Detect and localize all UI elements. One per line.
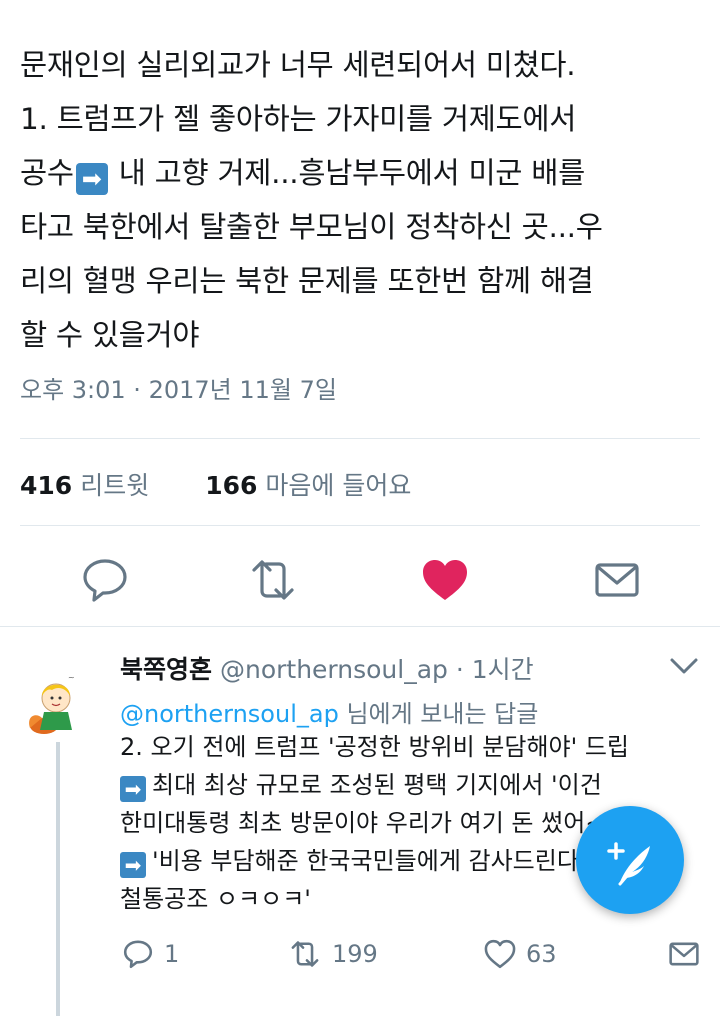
tweet-line: 타고 북한에서 탈출한 부모님이 정착하신 곳...우 — [20, 210, 603, 244]
reply-icon — [123, 940, 153, 969]
like-count: 166 — [205, 471, 258, 500]
reply-to-suffix: 님에게 보내는 답글 — [338, 700, 539, 728]
like-stat[interactable]: 166 마음에 들어요 — [205, 466, 411, 502]
avatar[interactable]: ~ — [22, 668, 92, 738]
reply-line: 2. 오기 전에 트럼프 '공정한 방위비 분담해야' 드립 — [120, 733, 630, 761]
right-arrow-icon: ➡ — [75, 163, 108, 195]
share-mail-icon — [669, 942, 699, 966]
reply-retweet-button[interactable]: 199 — [288, 938, 378, 970]
tweet-line: 문재인의 실리외교가 너무 세련되어서 미쳤다. — [20, 48, 576, 82]
share-mail-icon[interactable] — [592, 555, 642, 605]
heart-icon[interactable] — [420, 555, 470, 605]
divider — [0, 626, 720, 627]
reply-reply-button[interactable]: 1 — [122, 938, 179, 970]
reply-like-count: 63 — [526, 940, 557, 968]
reply-header: 북쪽영혼 @northernsoul_ap · 1시간 — [120, 650, 534, 686]
chevron-down-icon[interactable] — [668, 654, 700, 678]
tweet-actions — [0, 555, 720, 605]
divider — [20, 438, 700, 439]
retweet-count: 416 — [20, 471, 73, 500]
retweet-label: 리트윗 — [80, 471, 150, 500]
reply-reply-count: 1 — [164, 940, 180, 968]
reply-line: ➡ 최대 최상 규모로 조성된 평택 기지에서 '이건 — [120, 766, 720, 804]
reply-icon[interactable] — [80, 555, 130, 605]
reply-author-name[interactable]: 북쪽영혼 — [120, 655, 212, 684]
reply-share-button[interactable] — [668, 940, 700, 968]
compose-feather-icon — [607, 842, 650, 886]
tweet-line: 1. 트럼프가 젤 좋아하는 가자미를 거제도에서 — [20, 102, 577, 136]
right-arrow-icon: ➡ — [120, 852, 146, 878]
svg-text:~: ~ — [68, 673, 75, 682]
divider — [20, 525, 700, 526]
reply-like-button[interactable]: 63 — [484, 938, 557, 970]
reply-author-handle[interactable]: @northernsoul_ap — [220, 655, 448, 684]
retweet-icon — [291, 941, 319, 967]
tweet-stats: 416 리트윗 166 마음에 들어요 — [20, 466, 467, 502]
reply-to-mention[interactable]: @northernsoul_ap — [120, 700, 339, 728]
like-label: 마음에 들어요 — [265, 471, 412, 500]
tweet-timestamp[interactable]: 오후 3:01 · 2017년 11월 7일 — [20, 370, 337, 405]
reply-actions: 1 199 63 — [0, 932, 720, 976]
tweet-line: 할 수 있을거야 — [20, 318, 200, 352]
retweet-icon[interactable] — [248, 555, 298, 605]
heart-outline-icon — [484, 939, 516, 969]
compose-tweet-button[interactable] — [576, 806, 684, 914]
retweet-stat[interactable]: 416 리트윗 — [20, 466, 149, 502]
tweet-line: 공수 ➡ 내 고향 거제...흥남부두에서 미군 배를 — [20, 156, 585, 195]
right-arrow-icon: ➡ — [120, 776, 146, 802]
reply-retweet-count: 199 — [332, 940, 378, 968]
tweet-line: 리의 혈맹 우리는 북한 문제를 또한번 함께 해결 — [20, 264, 594, 298]
reply-time: · 1시간 — [447, 655, 534, 684]
reply-to-line: @northernsoul_ap 님에게 보내는 답글 — [120, 694, 538, 729]
tweet-text: 문재인의 실리외교가 너무 세련되어서 미쳤다. 1. 트럼프가 젤 좋아하는 … — [20, 38, 710, 362]
